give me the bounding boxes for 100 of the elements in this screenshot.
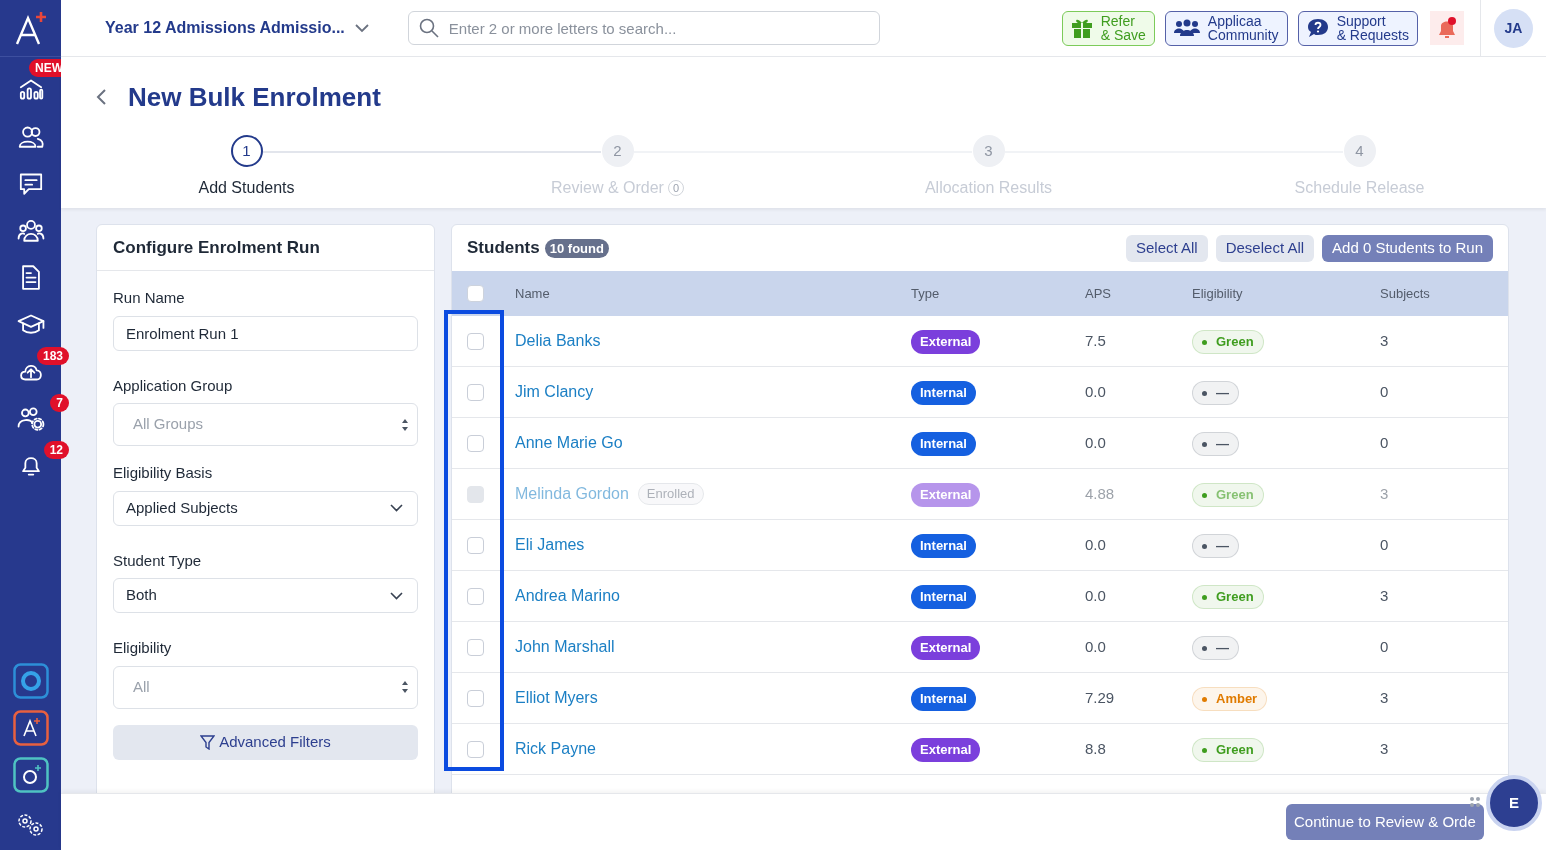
student-name-link[interactable]: Anne Marie Go xyxy=(515,431,623,455)
step-label[interactable]: Add Students xyxy=(198,176,295,200)
table-cell-text: 3 xyxy=(1379,687,1390,708)
table-cell-text: 0.0 xyxy=(1084,636,1107,657)
type-badge: Internal xyxy=(911,380,976,405)
advanced-filters-button[interactable]: Advanced Filters xyxy=(113,724,418,760)
column-header: Type xyxy=(910,284,941,303)
notification-badge: 183 xyxy=(36,347,69,365)
student-name-link[interactable]: Elliot Myers xyxy=(515,686,598,710)
eligibility-badge: — xyxy=(1192,381,1239,406)
select-field[interactable]: All Groups xyxy=(113,403,418,446)
notifications-button[interactable] xyxy=(1430,11,1464,45)
student-name-link[interactable]: Delia Banks xyxy=(515,329,601,353)
student-name-link[interactable]: John Marshall xyxy=(515,635,615,659)
column-header: Name xyxy=(514,284,551,303)
type-badge: Internal xyxy=(911,686,976,711)
support-button[interactable]: Support & Requests xyxy=(1297,10,1418,46)
chevron-down-icon xyxy=(390,504,403,512)
refer-button[interactable]: Refer & Save xyxy=(1061,10,1155,46)
notification-badge: 7 xyxy=(50,394,69,412)
step-number[interactable]: 4 xyxy=(1343,135,1376,167)
action-button[interactable]: Deselect All xyxy=(1215,234,1315,262)
table-cell-text: 0 xyxy=(1379,381,1390,402)
chevron-down-icon xyxy=(354,23,369,33)
field-label: Eligibility xyxy=(113,638,173,658)
table-cell-text: 3 xyxy=(1379,738,1390,759)
checkbox[interactable] xyxy=(466,689,484,707)
field-label: Run Name xyxy=(113,288,186,308)
field-label: Student Type xyxy=(113,550,203,571)
table-cell-text: 0 xyxy=(1379,432,1390,453)
users-icon xyxy=(1173,18,1200,38)
checkbox[interactable] xyxy=(466,383,484,401)
notification-badge: 12 xyxy=(43,441,69,459)
step-number[interactable]: 2 xyxy=(601,135,634,167)
text-input[interactable]: Enrolment Run 1 xyxy=(113,315,418,351)
type-badge: Internal xyxy=(911,431,976,456)
column-header: Subjects xyxy=(1379,284,1431,303)
eligibility-badge: Amber xyxy=(1192,687,1268,712)
type-badge: External xyxy=(911,482,981,507)
column-header: Eligibility xyxy=(1191,284,1244,303)
drag-handle-icon[interactable] xyxy=(1469,796,1481,808)
panel-title: Students xyxy=(467,237,540,260)
table-cell-text: 8.8 xyxy=(1084,738,1107,759)
table-cell-text: 0.0 xyxy=(1084,585,1107,606)
student-name-link[interactable]: Eli James xyxy=(515,533,585,557)
program-dropdown[interactable]: Year 12 Admissions Admissio... xyxy=(105,16,369,40)
status-tag: Enrolled xyxy=(637,483,704,505)
select-field[interactable]: Applied Subjects xyxy=(113,490,418,526)
eligibility-badge: — xyxy=(1192,534,1239,559)
field-label: Application Group xyxy=(113,375,234,396)
chevron-down-icon xyxy=(390,591,403,600)
app-icon[interactable] xyxy=(12,757,49,793)
checkbox[interactable] xyxy=(466,285,484,302)
table-cell-text: 7.5 xyxy=(1084,330,1107,351)
updown-icon xyxy=(401,417,409,432)
checkbox[interactable] xyxy=(466,638,484,656)
gift-icon xyxy=(1070,17,1093,39)
eligibility-badge: Green xyxy=(1192,738,1264,763)
question-bubble-icon xyxy=(1306,17,1329,39)
checkbox[interactable] xyxy=(466,332,484,350)
back-icon[interactable] xyxy=(95,87,109,107)
community-button[interactable]: Applicaa Community xyxy=(1164,10,1288,46)
eligibility-badge: — xyxy=(1192,432,1239,457)
student-name-link[interactable]: Jim Clancy xyxy=(515,380,594,404)
select-field[interactable]: All xyxy=(113,665,418,709)
type-badge: Internal xyxy=(911,584,976,609)
search-field[interactable]: Enter 2 or more letters to search... xyxy=(407,11,880,45)
eligibility-badge: Green xyxy=(1192,330,1264,355)
step-number[interactable]: 3 xyxy=(972,135,1005,167)
step-number[interactable]: 1 xyxy=(230,135,263,167)
select-field[interactable]: Both xyxy=(113,578,418,613)
table-cell-text: 0 xyxy=(1379,534,1390,555)
settings-icon[interactable] xyxy=(15,812,46,838)
checkbox[interactable] xyxy=(466,536,484,554)
checkbox[interactable] xyxy=(466,587,484,605)
logo-icon[interactable] xyxy=(13,10,48,46)
search-icon xyxy=(418,18,439,38)
action-button[interactable]: Select All xyxy=(1126,234,1208,262)
filter-icon xyxy=(200,734,216,750)
table-cell-text: 0.0 xyxy=(1084,534,1107,555)
student-name-link[interactable]: Rick Payne xyxy=(515,737,596,761)
column-header: APS xyxy=(1084,284,1112,303)
table-cell-text: 0.0 xyxy=(1084,432,1107,453)
continue-button[interactable]: Continue to Review & Orde xyxy=(1286,804,1484,840)
eligibility-badge: Green xyxy=(1192,483,1264,508)
type-badge: Internal xyxy=(911,533,976,558)
count-badge: 10 found xyxy=(544,238,609,258)
type-badge: External xyxy=(911,329,981,354)
type-badge: External xyxy=(911,635,981,660)
app-icon[interactable] xyxy=(12,710,49,746)
avatar[interactable]: JA xyxy=(1494,8,1533,48)
eligibility-badge: — xyxy=(1192,636,1239,661)
checkbox[interactable] xyxy=(466,434,484,452)
updown-icon xyxy=(401,680,409,694)
eligibility-badge: Green xyxy=(1192,585,1264,610)
page-title: New Bulk Enrolment xyxy=(128,80,381,114)
checkbox[interactable] xyxy=(466,740,484,758)
student-name-link[interactable]: Andrea Marino xyxy=(515,584,620,608)
action-button[interactable]: Add 0 Students to Run xyxy=(1322,234,1493,262)
table-cell-text: 3 xyxy=(1379,483,1390,504)
